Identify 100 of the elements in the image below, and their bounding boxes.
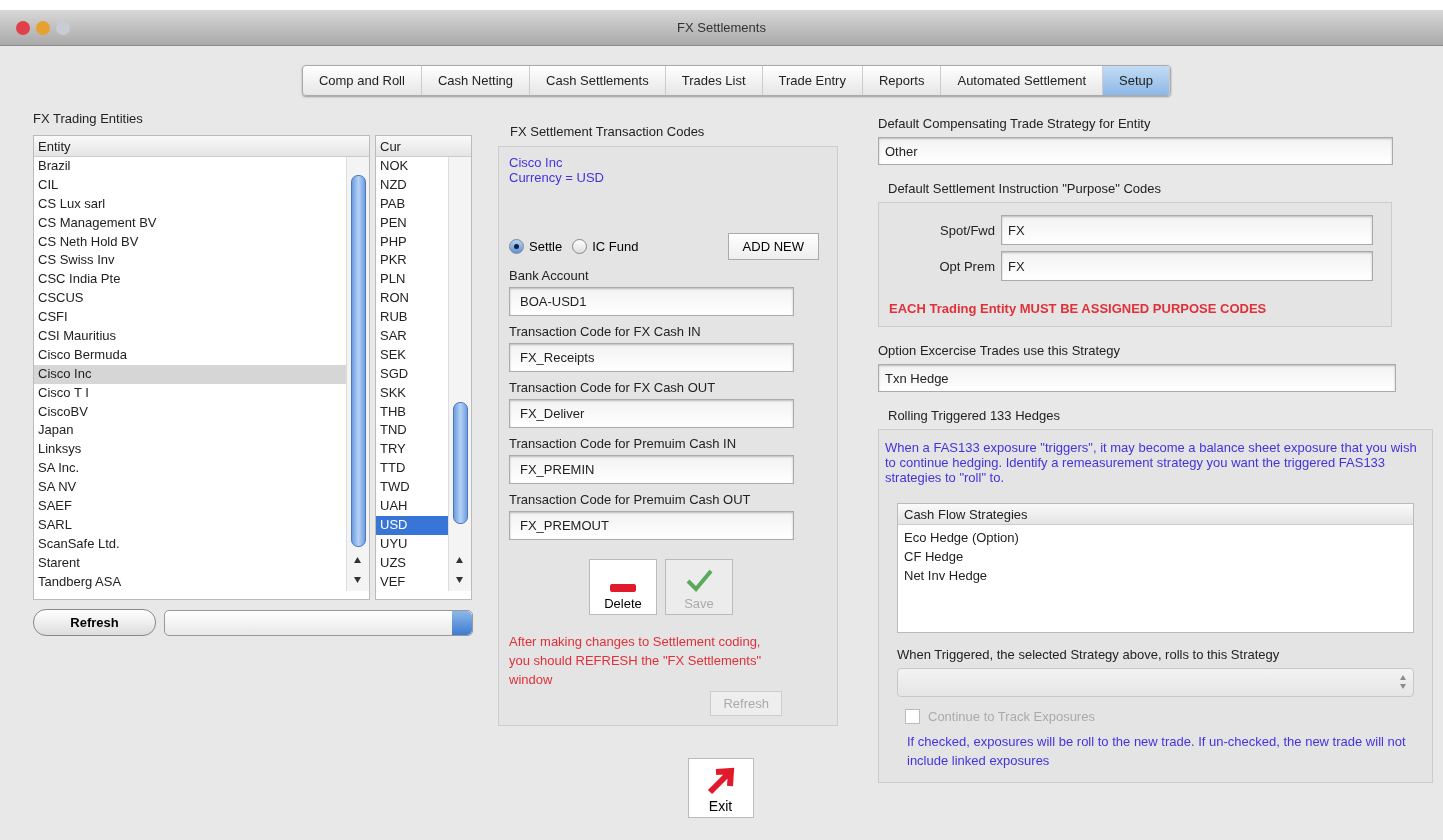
info-text: When a FAS133 exposure "triggers", it may become a balance sheet exposure that you wish to continue hedging. Identify a remeasurement strategy you want the triggered FAS133 strategies to "roll" to.	[885, 440, 1418, 485]
currency-row[interactable]: PKR	[376, 251, 448, 271]
entity-row[interactable]: ScanSafe Ltd.	[34, 534, 346, 554]
entity-row[interactable]: SARL	[34, 515, 346, 535]
close-button[interactable]	[16, 20, 30, 35]
currency-row[interactable]: SAR	[376, 327, 448, 346]
entity-row[interactable]: Cisco Bermuda	[34, 345, 346, 365]
currency-row[interactable]: RON	[376, 289, 448, 309]
entity-row[interactable]: SAEF	[34, 497, 346, 516]
entity-row[interactable]: CS Management BV	[34, 213, 346, 233]
strategy-row[interactable]: CF Hedge	[898, 547, 1413, 566]
currency-row[interactable]: SEK	[376, 345, 448, 365]
entity-row[interactable]: Cisco T I	[34, 383, 346, 403]
strategy-row[interactable]: Eco Hedge (Option)	[898, 528, 1413, 547]
field-label: Opt Prem	[938, 258, 995, 274]
checkmark-icon	[685, 568, 713, 592]
refresh-button[interactable]: Refresh	[33, 609, 156, 636]
column-header: Cur	[376, 136, 471, 157]
arrow-icon	[705, 767, 736, 795]
group-title: Default Settlement Instruction "Purpose" Codes	[888, 181, 1162, 196]
radio-button[interactable]: IC Fund	[572, 239, 639, 254]
exit-button[interactable]: Exit	[687, 758, 754, 818]
input-field[interactable]: Txn Hedge	[878, 364, 1396, 392]
tab[interactable]: Cash Netting	[421, 66, 531, 95]
currency-row[interactable]: TTD	[376, 459, 448, 479]
input-field[interactable]: Other	[878, 137, 1393, 165]
currency-row[interactable]: UYU	[376, 534, 448, 554]
entity-row[interactable]: Linksys	[34, 440, 346, 460]
entity-row[interactable]: CSC India Pte	[34, 270, 346, 290]
input-field[interactable]: BOA-USD1	[509, 287, 794, 316]
input-field[interactable]: FX_Deliver	[509, 399, 794, 428]
radio-button[interactable]: Settle	[509, 239, 563, 254]
entity-row[interactable]: CiscoBV	[34, 402, 346, 422]
tab[interactable]: Comp and Roll	[302, 66, 422, 95]
strategy-row[interactable]: Net Inv Hedge	[898, 566, 1413, 585]
tab[interactable]: Trade Entry	[762, 66, 863, 95]
field-label: When Triggered, the selected Strategy above, rolls to this Strategy	[897, 647, 1281, 662]
entity-row[interactable]: CS Swiss Inv	[34, 251, 346, 271]
tab[interactable]: Cash Settlements	[530, 66, 666, 95]
entity-row[interactable]: Tandberg ASA	[34, 572, 346, 592]
currency-row[interactable]: NZD	[376, 175, 448, 195]
field-label: Transaction Code for FX Cash IN	[509, 324, 702, 339]
add-new-button[interactable]: ADD NEW	[727, 233, 819, 260]
scrollbar-thumb[interactable]	[351, 175, 366, 547]
currency-row[interactable]: UZS	[376, 553, 448, 573]
scrollbar[interactable]	[448, 157, 471, 592]
popup-menu[interactable]	[164, 609, 473, 636]
currency-row[interactable]: SGD	[376, 364, 448, 384]
tab[interactable]: Setup	[1103, 66, 1171, 95]
currency-row[interactable]: NOK	[376, 157, 448, 176]
entity-row[interactable]: CS Neth Hold BV	[34, 232, 346, 252]
currency-row[interactable]: TRY	[376, 440, 448, 460]
column-header: Entity	[34, 136, 369, 157]
warning-text: EACH Trading Entity MUST BE ASSIGNED PURPOSE CODES	[889, 301, 1268, 316]
input-field[interactable]: FX	[1001, 215, 1373, 245]
input-field[interactable]: FX_PREMIN	[509, 455, 794, 484]
input-field[interactable]: FX_Receipts	[509, 343, 794, 372]
currency-row[interactable]: THB	[376, 402, 448, 422]
entity-row[interactable]: CS Lux sarl	[34, 194, 346, 214]
info-text: If checked, exposures will be roll to the new trade. If un-checked, the new trade will not include linked exposures	[907, 733, 1407, 770]
scroll-arrows-icon	[455, 555, 464, 586]
field-label: Transaction Code for Premuim Cash OUT	[509, 492, 752, 507]
currency-row[interactable]: PAB	[376, 194, 448, 214]
input-field[interactable]: FX	[1001, 251, 1373, 281]
entity-row[interactable]: Japan	[34, 421, 346, 441]
currency-row[interactable]: UAH	[376, 497, 448, 516]
entity-row[interactable]: SA NV	[34, 478, 346, 498]
currency-row[interactable]: PEN	[376, 213, 448, 233]
field-label: Default Compensating Trade Strategy for Entity	[878, 116, 1152, 131]
column-header: Cash Flow Strategies	[898, 504, 1413, 525]
currency-row[interactable]: TWD	[376, 478, 448, 498]
entity-row[interactable]: Starent	[34, 553, 346, 573]
scrollbar-thumb[interactable]	[453, 402, 468, 524]
currency-row[interactable]: PLN	[376, 270, 448, 290]
tab[interactable]: Trades List	[665, 66, 763, 95]
input-field[interactable]: FX_PREMOUT	[509, 511, 794, 540]
scrollbar[interactable]	[346, 157, 369, 592]
tab[interactable]: Reports	[862, 66, 942, 95]
currency-row[interactable]: RUB	[376, 308, 448, 327]
entity-row[interactable]: CIL	[34, 175, 346, 195]
info-text: Currency = USD	[509, 170, 605, 185]
delete-button[interactable]: Delete	[589, 559, 657, 615]
minus-icon	[610, 584, 636, 592]
entity-row[interactable]: CSFI	[34, 308, 346, 327]
entity-row[interactable]: Brazil	[34, 157, 346, 176]
field-label: Transaction Code for FX Cash OUT	[509, 380, 717, 395]
stepper-arrows-icon	[1399, 673, 1407, 691]
currency-row[interactable]: PHP	[376, 232, 448, 252]
entity-row[interactable]: Cisco Inc	[34, 364, 346, 384]
entity-row[interactable]: SA Inc.	[34, 459, 346, 479]
currency-row[interactable]: SKK	[376, 383, 448, 403]
entity-row[interactable]: CSCUS	[34, 289, 346, 309]
currency-row[interactable]: VEF	[376, 572, 448, 592]
field-label: Option Excercise Trades use this Strategy	[878, 343, 1122, 358]
entity-row[interactable]: CSI Mauritius	[34, 327, 346, 346]
field-label: Bank Account	[509, 268, 590, 283]
currency-row[interactable]: USD	[376, 515, 448, 535]
currency-row[interactable]: TND	[376, 421, 448, 441]
panel-title: FX Settlement Transaction Codes	[510, 124, 706, 139]
window-title: FX Settlements	[677, 20, 766, 35]
